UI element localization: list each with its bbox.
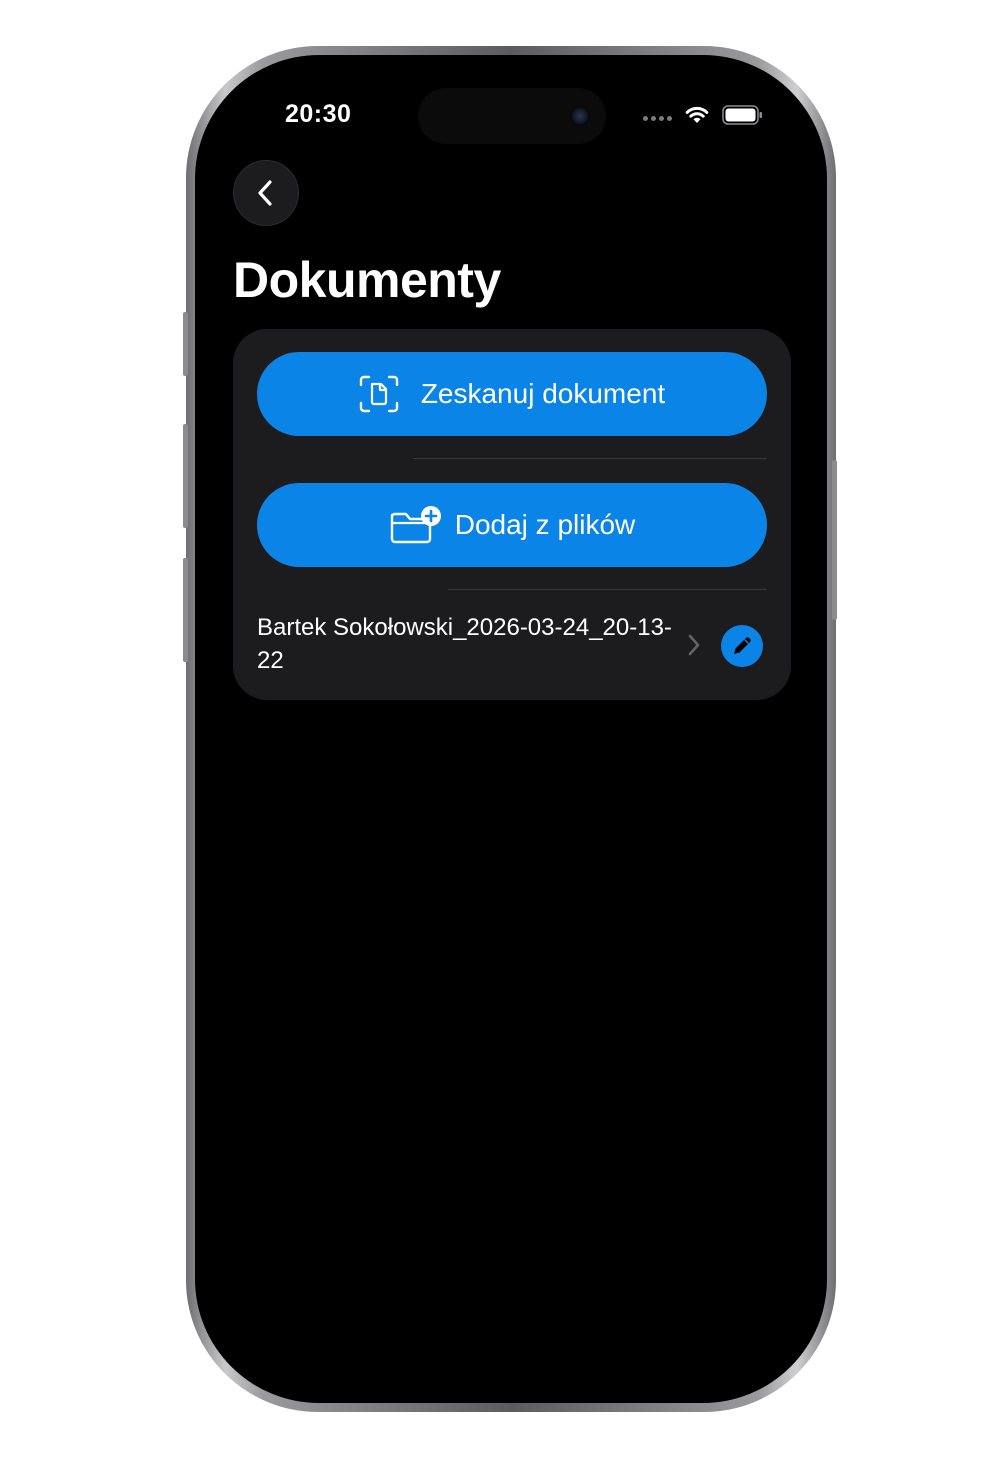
edit-document-button[interactable] <box>721 625 763 667</box>
divider <box>413 458 767 459</box>
scan-document-label: Zeskanuj dokument <box>420 378 666 409</box>
chevron-left-icon <box>258 180 272 206</box>
document-name: Bartek Sokołowski_2026-03-24_20-13-22 <box>257 614 672 674</box>
folder-plus-icon <box>390 506 441 544</box>
chevron-right-icon <box>688 634 700 656</box>
volume-down-button <box>183 558 188 662</box>
scan-document-button[interactable]: Zeskanuj dokument <box>257 352 767 436</box>
status-time: 20:30 <box>285 100 352 128</box>
page-title: Dokumenty <box>233 252 501 308</box>
cellular-signal-icon <box>643 115 672 121</box>
battery-icon <box>722 105 762 125</box>
phone-screen: 20:30 Dokumenty Zeskanuj dokument Dodaj … <box>195 55 827 1403</box>
dynamic-island <box>418 88 606 144</box>
wifi-icon <box>685 106 709 123</box>
pencil-icon <box>734 637 751 654</box>
document-row[interactable]: Bartek Sokołowski_2026-03-24_20-13-22 <box>257 611 767 681</box>
volume-up-button <box>183 424 188 528</box>
status-indicators <box>643 103 764 127</box>
document-scanner-icon <box>359 375 399 413</box>
front-camera-icon <box>570 106 590 126</box>
add-from-files-label: Dodaj z plików <box>454 509 636 540</box>
back-button[interactable] <box>233 160 299 226</box>
add-from-files-button[interactable]: Dodaj z plików <box>257 483 767 567</box>
power-button <box>832 460 837 620</box>
action-button <box>183 312 188 376</box>
divider <box>448 589 767 590</box>
documents-card: Zeskanuj dokument Dodaj z plików Bartek … <box>233 329 791 700</box>
